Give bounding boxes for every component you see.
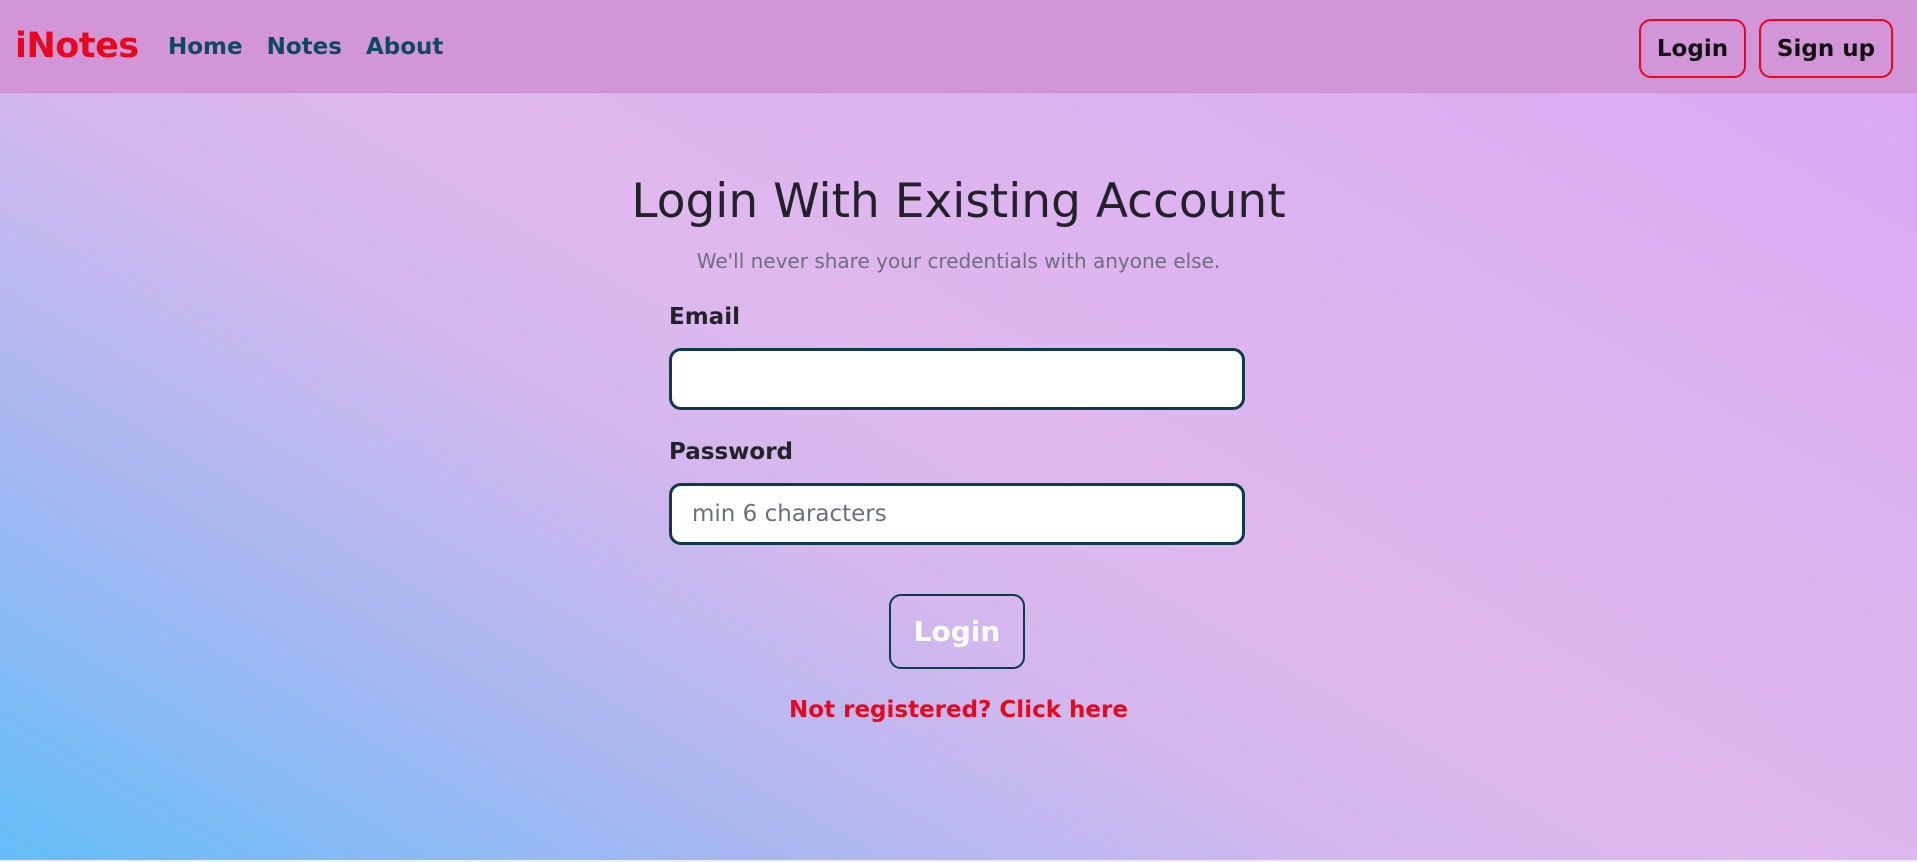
register-link[interactable]: Not registered? Click here xyxy=(789,697,1128,723)
email-label: Email xyxy=(669,304,740,330)
nav-link-about[interactable]: About xyxy=(366,32,443,62)
nav-signup-button[interactable]: Sign up xyxy=(1759,19,1893,78)
navbar: iNotes Home Notes About Login Sign up xyxy=(0,0,1917,93)
nav-links: Home Notes About xyxy=(168,32,443,62)
password-field[interactable] xyxy=(669,483,1245,545)
register-link-row: Not registered? Click here xyxy=(0,695,1917,725)
nav-link-home[interactable]: Home xyxy=(168,32,243,62)
brand-logo[interactable]: iNotes xyxy=(15,24,139,68)
login-submit-button[interactable]: Login xyxy=(889,594,1025,669)
page-subtitle: We'll never share your credentials with … xyxy=(696,249,1221,273)
nav-link-notes[interactable]: Notes xyxy=(267,32,342,62)
page-title: Login With Existing Account xyxy=(631,174,1286,229)
nav-login-button[interactable]: Login xyxy=(1639,19,1746,78)
password-label: Password xyxy=(669,439,793,465)
email-field[interactable] xyxy=(669,348,1245,410)
